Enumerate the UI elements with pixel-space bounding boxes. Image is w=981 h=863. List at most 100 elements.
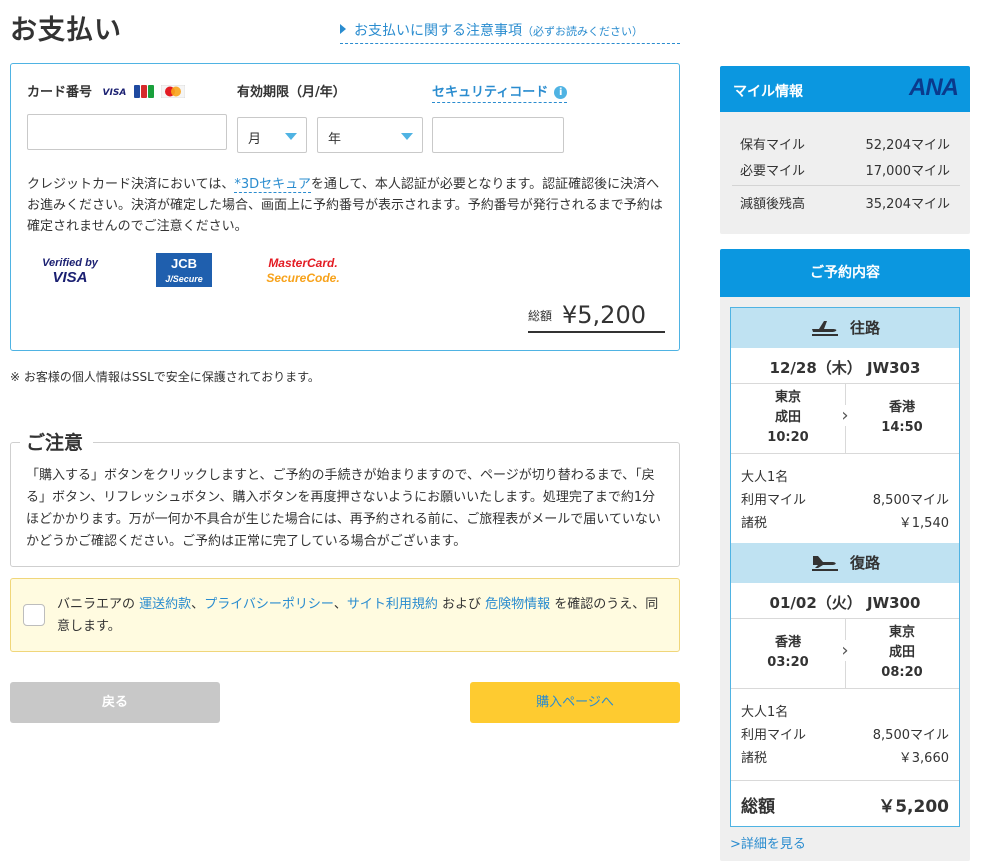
inbound-header: 復路 — [731, 543, 959, 583]
security-code-label: セキュリティコード — [432, 85, 549, 100]
tax-label: 諸税 — [741, 751, 768, 766]
purchase-page-button[interactable]: 購入ページへ — [470, 682, 680, 723]
agreement-box: バニラエアの 運送約款、プライバシーポリシー、サイト利用規約 および 危険物情報… — [10, 578, 680, 652]
outbound-origin: 東京 成田 10:20 — [731, 388, 845, 448]
outbound-flight: 12/28（木） JW303 — [769, 359, 921, 377]
outbound-destination: 香港 14:50 — [845, 398, 959, 438]
pax-label: 大人1名 — [741, 705, 789, 720]
expiry-year-select[interactable]: 年 — [317, 117, 423, 153]
carriage-terms-link[interactable]: 運送約款 — [139, 597, 191, 612]
expiry-month-select[interactable]: 月 — [237, 117, 307, 153]
ssl-note: ※ お客様の個人情報はSSLで安全に保護されております。 — [10, 370, 320, 384]
inbound-destination: 東京 成田 08:20 — [845, 623, 959, 683]
jcb-logo-line1: JCB — [171, 256, 197, 271]
agree-sep2: 、 — [333, 597, 347, 612]
visa-logo-line2: VISA — [52, 269, 87, 286]
caution-text: 「購入する」ボタンをクリックしますと、ご予約の手続きが始まりますので、ページが切… — [26, 468, 661, 549]
reservation-title: ご予約内容 — [720, 249, 970, 297]
security-code-link[interactable]: セキュリティコード i — [432, 81, 568, 103]
agree-mid: および — [441, 597, 481, 612]
origin-city: 東京 — [774, 390, 801, 405]
inbound-direction: 復路 — [849, 554, 880, 572]
payment-total: 総額 ¥5,200 — [528, 301, 665, 333]
mastercard-securecode-logo: MasterCard. SecureCode. — [266, 256, 339, 285]
info-icon[interactable]: i — [554, 86, 568, 99]
mile-info-header: マイル情報 ANA — [720, 66, 970, 112]
reservation-panel: ご予約内容 往路 12/28（木） JW303 東京 成田 10:20 › 香港… — [720, 249, 970, 861]
reservation-card: 往路 12/28（木） JW303 東京 成田 10:20 › 香港 14:50… — [730, 307, 960, 827]
tax-value: ￥1,540 — [898, 516, 949, 531]
total-value: ¥5,200 — [562, 301, 646, 329]
triangle-right-icon — [340, 24, 346, 34]
origin-time: 10:20 — [767, 430, 809, 445]
privacy-policy-link[interactable]: プライバシーポリシー — [204, 597, 334, 612]
mile-info-title: マイル情報 — [733, 84, 803, 100]
site-terms-link[interactable]: サイト利用規約 — [347, 597, 438, 612]
agreement-text: バニラエアの 運送約款、プライバシーポリシー、サイト利用規約 および 危険物情報… — [57, 594, 667, 638]
expiry-label: 有効期限（月/年） — [237, 85, 346, 100]
card-number-label-row: カード番号 VISA — [27, 81, 186, 100]
chevron-down-icon — [401, 133, 413, 140]
view-details-link[interactable]: >詳細を見る — [730, 833, 806, 852]
page-title: お支払い — [10, 15, 122, 46]
agree-checkbox[interactable] — [23, 604, 45, 626]
security-code-input[interactable] — [432, 117, 564, 153]
agree-sep1: 、 — [191, 597, 205, 612]
origin-airport: 成田 — [774, 410, 801, 425]
dest-city: 東京 — [888, 625, 915, 640]
total-label: 総額 — [528, 309, 553, 323]
mastercard-mini-logo — [161, 85, 186, 98]
origin-time: 03:20 — [767, 655, 809, 670]
outbound-header: 往路 — [731, 308, 959, 348]
dest-airport: 成田 — [888, 645, 915, 660]
back-button[interactable]: 戻る — [10, 682, 220, 723]
dest-time: 14:50 — [881, 420, 923, 435]
card-number-input[interactable] — [27, 114, 227, 150]
agree-prefix: バニラエアの — [57, 597, 136, 612]
desc-part1: クレジットカード決済においては、 — [27, 177, 235, 192]
mc-logo-line2: SecureCode. — [266, 271, 339, 285]
divider — [731, 780, 959, 781]
tax-value: ￥3,660 — [898, 751, 949, 766]
inbound-flight: 01/02（火） JW300 — [769, 594, 921, 612]
pax-label: 大人1名 — [741, 470, 789, 485]
mile-row-value: 17,000マイル — [865, 164, 951, 179]
origin-city: 香港 — [774, 635, 801, 650]
mc-logo-line1: MasterCard. — [268, 256, 337, 270]
ana-logo: ANA — [909, 74, 959, 101]
miles-label: 利用マイル — [741, 728, 807, 743]
arrival-plane-icon — [811, 556, 838, 571]
reservation-total-label: 総額 — [741, 797, 775, 817]
card-payment-panel: カード番号 VISA 有効期限（月/年） セキュリティコード i 月 年 クレジッ… — [10, 63, 680, 351]
dest-time: 08:20 — [881, 665, 923, 680]
miles-value: 8,500マイル — [872, 493, 949, 508]
mile-row-label: 保有マイル — [740, 138, 806, 153]
jcb-logo-line2: J/Secure — [165, 274, 203, 284]
month-select-value: 月 — [248, 132, 262, 147]
tax-label: 諸税 — [741, 516, 768, 531]
outbound-direction: 往路 — [849, 319, 880, 337]
miles-value: 8,500マイル — [872, 728, 949, 743]
verified-by-visa-logo: Verified by VISA — [42, 257, 99, 286]
visa-logo-line1: Verified by — [42, 257, 99, 269]
divider — [731, 688, 959, 689]
mile-info-panel: マイル情報 ANA 保有マイル 52,204マイル 必要マイル 17,000マイ… — [720, 66, 970, 234]
divider — [732, 185, 960, 186]
caution-title: ご注意 — [20, 428, 94, 455]
mile-row-value: 35,204マイル — [865, 197, 951, 212]
inbound-origin: 香港 03:20 — [731, 633, 845, 673]
miles-label: 利用マイル — [741, 493, 807, 508]
dest-city: 香港 — [888, 400, 915, 415]
3d-secure-description: クレジットカード決済においては、*3Dセキュアを通して、本人認証が必要となります… — [27, 174, 667, 237]
visa-mini-logo: VISA — [102, 88, 127, 98]
chevron-down-icon — [285, 133, 297, 140]
card-number-label: カード番号 — [27, 85, 93, 100]
dangerous-goods-link[interactable]: 危険物情報 — [485, 597, 550, 612]
3d-secure-link[interactable]: *3Dセキュア — [234, 177, 311, 193]
notice-link-label: お支払いに関する注意事項 — [354, 23, 522, 39]
divider — [731, 453, 959, 454]
notice-link-sub: （必ずお読みください） — [522, 25, 643, 38]
mile-row-label: 減額後残高 — [740, 197, 806, 212]
payment-notice-link[interactable]: お支払いに関する注意事項（必ずお読みください） — [340, 20, 680, 44]
jcb-mini-logo — [133, 85, 154, 98]
